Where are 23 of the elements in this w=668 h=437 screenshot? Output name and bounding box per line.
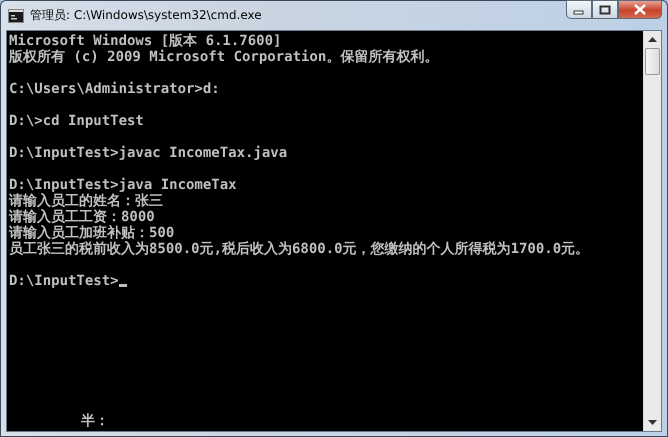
console-line: 员工张三的税前收入为8500.0元,税后收入为6800.0元，您缴纳的个人所得税为1700.0元。 (9, 241, 590, 257)
scroll-thumb[interactable] (645, 48, 660, 75)
console-line: D:\InputTest>java IncomeTax (9, 177, 237, 193)
close-button[interactable] (618, 0, 662, 19)
console-line: 请输入员工加班补贴：500 (9, 225, 174, 241)
maximize-button[interactable] (592, 0, 618, 19)
close-icon (633, 4, 647, 15)
console-line: D:\InputTest>javac IncomeTax.java (9, 145, 288, 161)
console-icon (8, 8, 24, 22)
console-line: 请输入员工工资：8000 (9, 209, 155, 225)
ime-status: 半： (81, 413, 109, 429)
scroll-down-icon[interactable] (648, 420, 657, 425)
maximize-icon (599, 4, 611, 14)
minimize-button[interactable] (566, 0, 592, 19)
console-line: D:\>cd InputTest (9, 113, 144, 129)
console-line: 请输入员工的姓名：张三 (9, 193, 163, 209)
console-line: C:\Users\Administrator>d: (9, 81, 220, 97)
window-title: 管理员: C:\Windows\system32\cmd.exe (30, 7, 262, 24)
console-line: Microsoft Windows [版本 6.1.7600] (9, 33, 282, 49)
scroll-up-icon[interactable] (648, 37, 657, 42)
scrollbar[interactable] (643, 31, 661, 431)
console-line: 版权所有 (c) 2009 Microsoft Corporation。保留所有权利。 (9, 49, 438, 65)
console-line: D:\InputTest> (9, 273, 119, 289)
